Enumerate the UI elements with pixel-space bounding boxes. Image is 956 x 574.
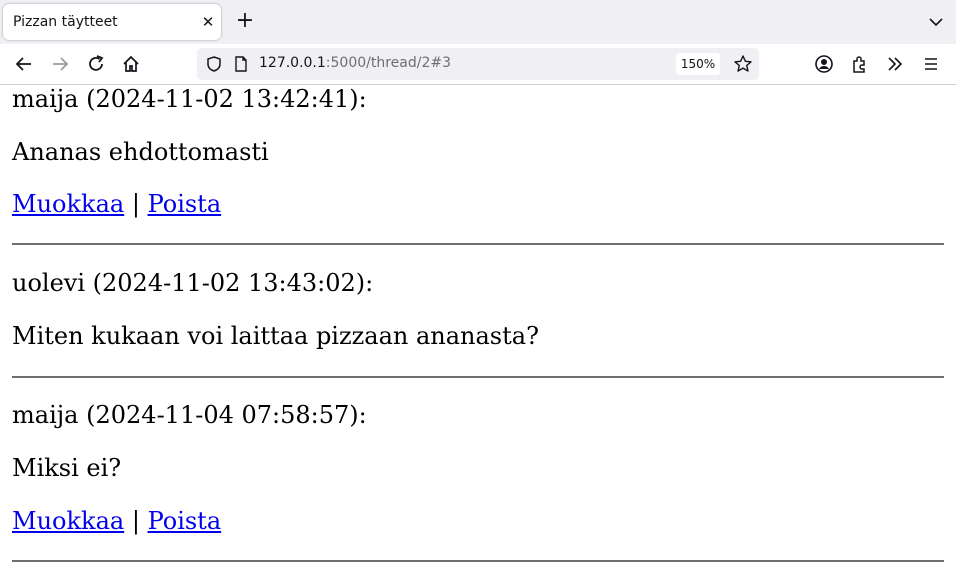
page-icon [235,56,247,72]
message-divider [12,376,944,378]
url-host: 127.0.0.1 [259,55,326,71]
message-divider [12,560,944,562]
edit-link[interactable]: Muokkaa [12,190,124,218]
message-actions: Muokkaa | Poista [12,507,221,535]
message-body: Miten kukaan voi laittaa pizzaan ananast… [12,322,539,350]
account-icon[interactable] [813,53,835,75]
message-header: uolevi (2024-11-02 13:43:02): [12,269,374,297]
link-separator: | [131,507,140,535]
reload-icon[interactable] [85,53,107,75]
chevron-down-icon[interactable] [926,12,946,32]
browser-tab[interactable]: Pizzan täytteet ✕ [3,4,221,40]
tab-strip: Pizzan täytteet ✕ + [0,0,956,44]
delete-link[interactable]: Poista [148,190,222,218]
back-icon[interactable] [13,53,35,75]
tab-title: Pizzan täytteet [13,14,118,30]
link-separator: | [131,190,140,218]
shield-icon[interactable] [205,55,223,73]
new-tab-icon[interactable]: + [234,10,256,33]
forward-icon[interactable] [49,53,71,75]
message-actions: Muokkaa | Poista [12,190,221,218]
zoom-level-button[interactable]: 150% [676,53,720,75]
message-body: Ananas ehdottomasti [12,138,269,166]
delete-link[interactable]: Poista [148,507,222,535]
edit-link[interactable]: Muokkaa [12,507,124,535]
message-divider [12,243,944,245]
message-header: maija (2024-11-04 07:58:57): [12,401,367,429]
url-text[interactable]: 127.0.0.1:5000/thread/2#3 [259,55,451,71]
more-tools-icon[interactable] [884,53,906,75]
extensions-icon[interactable] [849,53,871,75]
url-path: :5000/thread/2#3 [325,55,452,71]
address-bar[interactable]: 127.0.0.1:5000/thread/2#3 150% [197,48,759,80]
bookmark-star-icon[interactable] [733,54,753,74]
message-header: maija (2024-11-02 13:42:41): [12,85,367,113]
message-body: Miksi ei? [12,454,122,482]
menu-icon[interactable] [920,53,942,75]
home-icon[interactable] [120,53,142,75]
navigation-toolbar: 127.0.0.1:5000/thread/2#3 150% [0,44,956,85]
close-tab-icon[interactable]: ✕ [199,13,217,31]
